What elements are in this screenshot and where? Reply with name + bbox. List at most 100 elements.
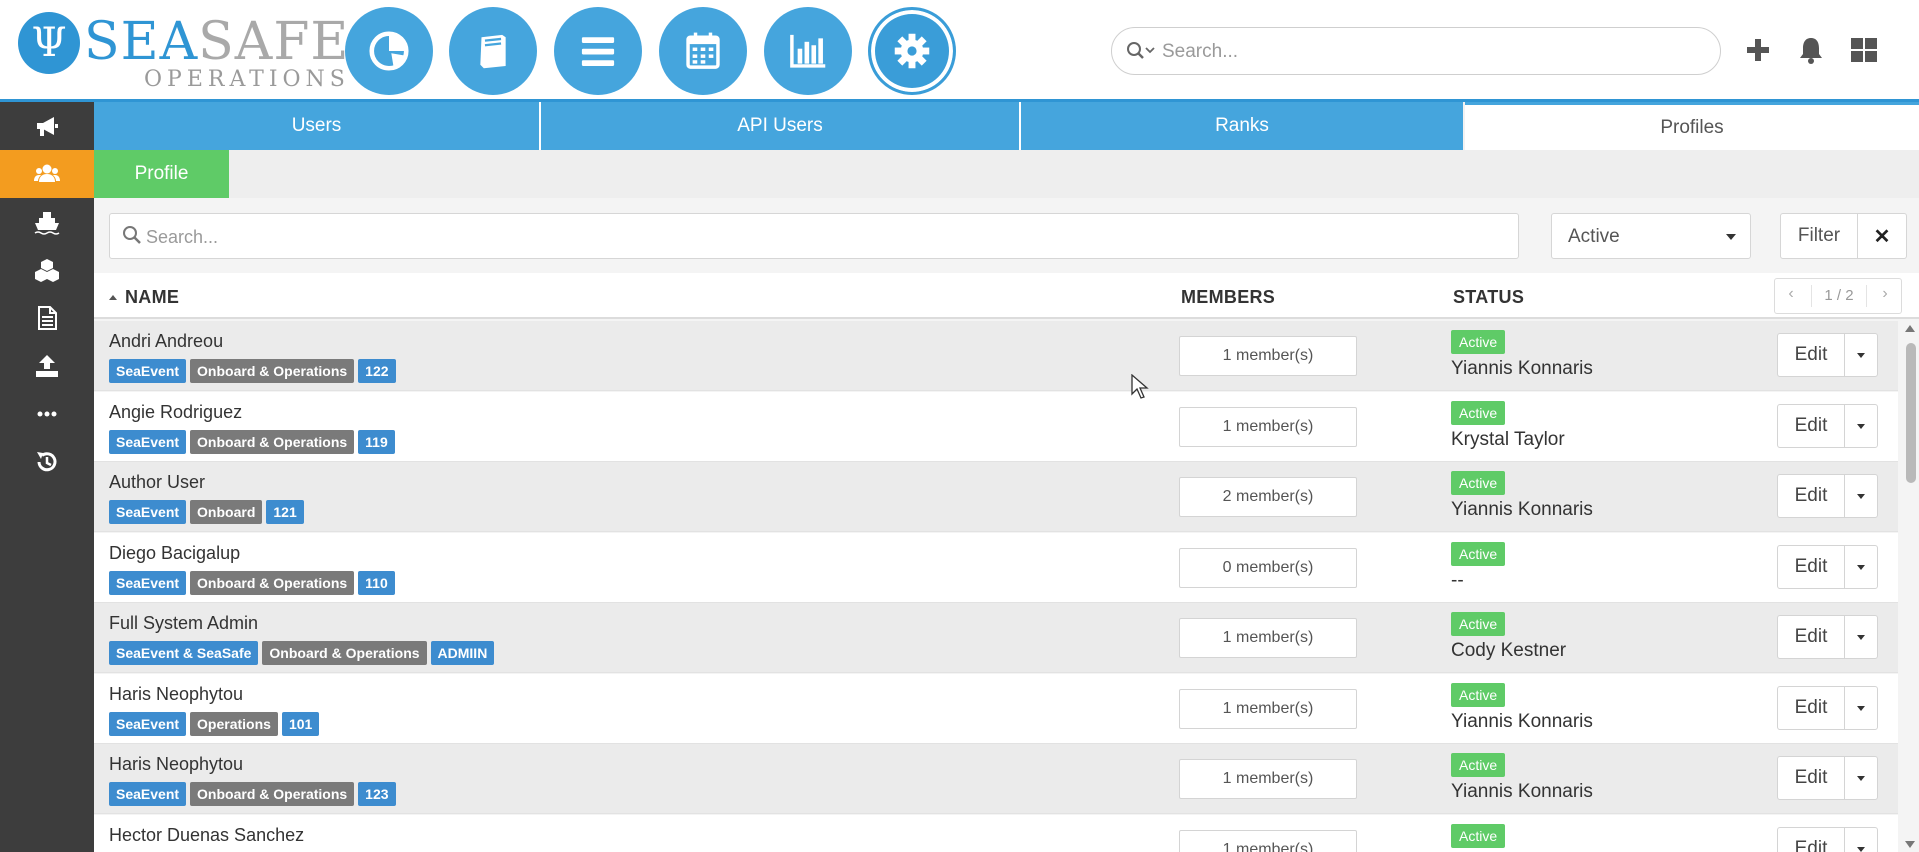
edit-button[interactable]: Edit [1777, 474, 1845, 518]
module-reports-button[interactable] [764, 7, 852, 95]
table-row[interactable]: Hector Duenas Sanchez 1 member(s) Active Ed… [94, 815, 1898, 852]
profile-search-input[interactable] [146, 224, 1496, 250]
edit-button[interactable]: Edit [1777, 686, 1845, 730]
chevron-down-icon [1857, 776, 1865, 781]
document-icon [38, 306, 57, 330]
add-icon[interactable] [1740, 32, 1776, 68]
table-row[interactable]: Author User SeaEvent Onboard 121 2 member(s)… [94, 462, 1898, 532]
profile-name[interactable]: Full System Admin [109, 613, 258, 634]
profile-name[interactable]: Hector Duenas Sanchez [109, 825, 304, 846]
sidebar-item-vessels[interactable] [0, 198, 94, 246]
column-name-header[interactable]: NAME [109, 287, 179, 308]
table-row[interactable]: Haris Neophytou SeaEvent Onboard & Operati… [94, 744, 1898, 814]
members-button[interactable]: 1 member(s) [1179, 407, 1357, 447]
edit-options-dropdown[interactable] [1844, 545, 1878, 589]
module-lists-button[interactable] [554, 7, 642, 95]
profile-name[interactable]: Angie Rodriguez [109, 402, 242, 423]
table-row[interactable]: Haris Neophytou SeaEvent Operations 101 1 me… [94, 674, 1898, 744]
profile-tags: SeaEvent Onboard 121 [109, 500, 308, 524]
table-row[interactable]: Andri Andreou SeaEvent Onboard & Operation… [94, 321, 1898, 391]
tab-profiles[interactable]: Profiles [1465, 102, 1919, 150]
sidebar-item-history[interactable] [0, 438, 94, 486]
edit-button[interactable]: Edit [1777, 545, 1845, 589]
profile-name[interactable]: Diego Bacigalup [109, 543, 240, 564]
module-settings-button[interactable] [868, 7, 956, 95]
subtab-profile[interactable]: Profile [94, 150, 229, 198]
profile-tag: Onboard & Operations [190, 571, 355, 595]
profile-tag: SeaEvent [109, 359, 187, 383]
profile-name[interactable]: Author User [109, 472, 205, 493]
sidebar-item-inventory[interactable] [0, 246, 94, 294]
module-documents-button[interactable] [449, 7, 537, 95]
pagination-next-button[interactable]: › [1873, 285, 1897, 303]
profile-tag: 121 [266, 500, 304, 524]
status-filter-select[interactable]: Active [1551, 213, 1751, 259]
global-search-input[interactable] [1162, 38, 1702, 66]
tab-ranks[interactable]: Ranks [1021, 102, 1463, 150]
scroll-down-icon[interactable] [1905, 841, 1915, 848]
tab-api-users[interactable]: API Users [541, 102, 1019, 150]
table-row[interactable]: Diego Bacigalup SeaEvent Onboard & Operati… [94, 533, 1898, 603]
edit-button[interactable]: Edit [1777, 756, 1845, 800]
table-row[interactable]: Angie Rodriguez SeaEvent Onboard & Operati… [94, 392, 1898, 462]
status-badge: Active [1451, 824, 1506, 848]
status-badge: Active [1451, 542, 1506, 566]
edit-options-dropdown[interactable] [1844, 333, 1878, 377]
edit-button[interactable]: Edit [1777, 333, 1845, 377]
top-header: Ψ SEASAFE OPERATIONS [0, 0, 1919, 102]
profile-owner: Cody Kestner [1451, 640, 1567, 661]
global-search[interactable] [1111, 27, 1721, 75]
module-dashboard-button[interactable] [345, 7, 433, 95]
status-badge: Active [1451, 401, 1506, 425]
search-dropdown-icon[interactable] [1126, 40, 1156, 62]
apps-grid-icon[interactable] [1846, 32, 1882, 68]
edit-button[interactable]: Edit [1777, 404, 1845, 448]
members-button[interactable]: 1 member(s) [1179, 830, 1357, 852]
members-button[interactable]: 1 member(s) [1179, 689, 1357, 729]
edit-options-dropdown[interactable] [1844, 615, 1878, 659]
vertical-scrollbar[interactable] [1903, 321, 1919, 852]
chevron-down-icon [1857, 424, 1865, 429]
bell-icon[interactable] [1793, 32, 1829, 68]
sidebar-item-upload[interactable] [0, 342, 94, 390]
edit-options-dropdown[interactable] [1844, 686, 1878, 730]
table-row[interactable]: Full System Admin SeaEvent & SeaSafe Onboa… [94, 603, 1898, 673]
profile-tag: SeaEvent [109, 782, 187, 806]
profile-name[interactable]: Haris Neophytou [109, 684, 243, 705]
column-members-header: MEMBERS [1181, 287, 1276, 307]
logo-wordmark: SEASAFE [84, 12, 350, 72]
seasafe-logo[interactable]: Ψ SEASAFE OPERATIONS [18, 12, 348, 92]
module-calendar-button[interactable] [659, 7, 747, 95]
profile-owner: Yiannis Konnaris [1451, 711, 1593, 732]
tab-users[interactable]: Users [94, 102, 539, 150]
members-button[interactable]: 1 member(s) [1179, 336, 1357, 376]
sort-asc-icon [109, 295, 117, 300]
members-button[interactable]: 1 member(s) [1179, 759, 1357, 799]
edit-button[interactable]: Edit [1777, 615, 1845, 659]
scroll-thumb[interactable] [1906, 343, 1916, 483]
members-button[interactable]: 1 member(s) [1179, 618, 1357, 658]
sidebar-item-documents[interactable] [0, 294, 94, 342]
chevron-down-icon [1857, 494, 1865, 499]
scroll-up-icon[interactable] [1905, 325, 1915, 332]
members-button[interactable]: 0 member(s) [1179, 548, 1357, 588]
profile-search[interactable] [109, 213, 1519, 259]
edit-button[interactable]: Edit [1777, 827, 1845, 852]
profile-tag: 119 [358, 430, 395, 454]
pagination-prev-button[interactable]: ‹ [1779, 285, 1803, 303]
members-button[interactable]: 2 member(s) [1179, 477, 1357, 517]
edit-options-dropdown[interactable] [1844, 827, 1878, 852]
edit-options-dropdown[interactable] [1844, 474, 1878, 518]
edit-options-dropdown[interactable] [1844, 756, 1878, 800]
profile-name[interactable]: Haris Neophytou [109, 754, 243, 775]
sidebar-item-users[interactable] [0, 150, 94, 198]
edit-options-dropdown[interactable] [1844, 404, 1878, 448]
profile-tag: 122 [358, 359, 396, 383]
sidebar-item-more[interactable] [0, 390, 94, 438]
sidebar-item-announcements[interactable] [0, 102, 94, 150]
clear-filter-button[interactable]: ✕ [1857, 213, 1907, 259]
filter-button[interactable]: Filter [1780, 213, 1858, 259]
profile-tag: SeaEvent & SeaSafe [109, 641, 259, 665]
profile-name[interactable]: Andri Andreou [109, 331, 223, 352]
status-filter-value: Active [1568, 226, 1620, 247]
